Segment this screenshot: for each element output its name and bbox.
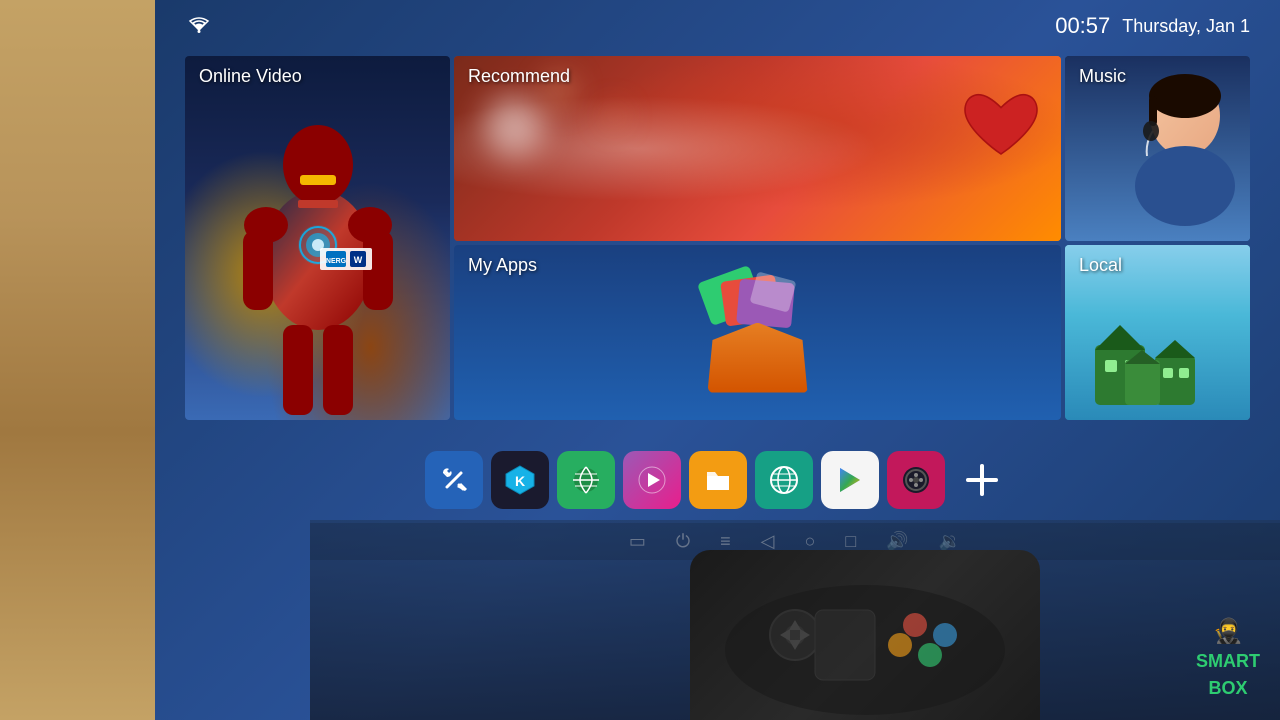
- date: Thursday, Jan 1: [1122, 16, 1250, 37]
- svg-text:K: K: [514, 473, 524, 489]
- music-label: Music: [1079, 66, 1126, 87]
- recommend-label: Recommend: [468, 66, 570, 87]
- my-apps-label: My Apps: [468, 255, 537, 276]
- browser-icon-btn[interactable]: [557, 451, 615, 509]
- files-icon-btn[interactable]: [689, 451, 747, 509]
- header: 00:57 Thursday, Jan 1: [155, 0, 1280, 52]
- datetime: 00:57 Thursday, Jan 1: [1055, 13, 1250, 39]
- online-video-tile[interactable]: Online Video: [185, 56, 450, 420]
- svg-text:ENERGY: ENERGY: [326, 258, 346, 265]
- energy-badge: ENERGY W: [320, 248, 372, 270]
- left-panel: [0, 0, 155, 720]
- kodi-icon-btn[interactable]: K: [491, 451, 549, 509]
- tools-icon-btn[interactable]: [425, 451, 483, 509]
- playstore-icon-btn[interactable]: [821, 451, 879, 509]
- online-video-label: Online Video: [199, 66, 302, 87]
- clock: 00:57: [1055, 13, 1110, 39]
- local-label: Local: [1079, 255, 1122, 276]
- player-icon-btn[interactable]: [623, 451, 681, 509]
- remote-device: [690, 550, 1040, 720]
- smartbox-logo: 🥷 SMARTBOX: [1196, 618, 1260, 700]
- recommend-tile[interactable]: Recommend: [454, 56, 1061, 241]
- tv-screen: 00:57 Thursday, Jan 1: [155, 0, 1280, 720]
- web-icon-btn[interactable]: [755, 451, 813, 509]
- wifi-icon: [185, 12, 213, 40]
- app-bar: K: [155, 436, 1280, 524]
- remote-area: [310, 520, 1280, 720]
- local-tile[interactable]: Local: [1065, 245, 1250, 420]
- svg-text:W: W: [354, 255, 363, 265]
- add-icon-btn[interactable]: [953, 451, 1011, 509]
- main-grid: Online Video Recommend: [155, 52, 1280, 428]
- smartbox-text: SMARTBOX: [1196, 651, 1260, 697]
- gamepad-icon-btn[interactable]: [887, 451, 945, 509]
- music-tile[interactable]: Music: [1065, 56, 1250, 241]
- my-apps-tile[interactable]: My Apps: [454, 245, 1061, 420]
